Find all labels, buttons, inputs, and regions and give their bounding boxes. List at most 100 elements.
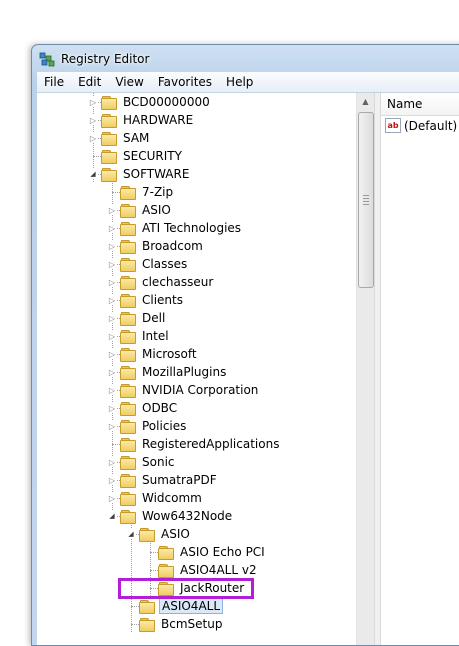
expand-arrow-icon[interactable] bbox=[88, 133, 98, 143]
tree-node-asio-echo-pci[interactable]: ASIO Echo PCI bbox=[145, 543, 267, 561]
column-header-name[interactable]: Name bbox=[387, 97, 422, 111]
tree-node-clechasseur[interactable]: clechasseur bbox=[107, 273, 215, 291]
tree-node-classes[interactable]: Classes bbox=[107, 255, 189, 273]
tree-node-label: Intel bbox=[142, 329, 169, 343]
folder-icon bbox=[120, 383, 136, 398]
tree-node-label: Clients bbox=[142, 293, 183, 307]
tree-node-bcmsetup[interactable]: BcmSetup bbox=[126, 615, 224, 633]
folder-icon bbox=[120, 203, 136, 218]
folder-icon bbox=[120, 311, 136, 326]
tree-node-label: Widcomm bbox=[142, 491, 202, 505]
menu-view[interactable]: View bbox=[108, 72, 150, 92]
tree-node-odbc[interactable]: ODBC bbox=[107, 399, 179, 417]
list-header: Name bbox=[381, 93, 459, 116]
tree-node-broadcom[interactable]: Broadcom bbox=[107, 237, 205, 255]
tree-node-sonic[interactable]: Sonic bbox=[107, 453, 177, 471]
tree-node-label: 7-Zip bbox=[142, 185, 174, 199]
tree-node-sam[interactable]: SAM bbox=[88, 129, 151, 147]
tree-node-security[interactable]: SECURITY bbox=[88, 147, 184, 165]
tree-node-label: Sonic bbox=[142, 455, 175, 469]
folder-icon bbox=[101, 113, 117, 128]
tree-node-label: Classes bbox=[142, 257, 188, 271]
tree-node-clients[interactable]: Clients bbox=[107, 291, 185, 309]
tree-node-microsoft[interactable]: Microsoft bbox=[107, 345, 199, 363]
tree-node-bcd00000000[interactable]: BCD00000000 bbox=[88, 93, 212, 111]
expand-arrow-icon[interactable] bbox=[88, 115, 98, 125]
expand-arrow-icon[interactable] bbox=[107, 241, 117, 251]
tree-node-label: MozillaPlugins bbox=[142, 365, 227, 379]
tree-node-dell[interactable]: Dell bbox=[107, 309, 167, 327]
expand-arrow-icon[interactable] bbox=[107, 367, 117, 377]
collapse-arrow-icon[interactable] bbox=[88, 169, 98, 179]
tree-node-mozillaplugins[interactable]: MozillaPlugins bbox=[107, 363, 228, 381]
expand-arrow-icon[interactable] bbox=[107, 331, 117, 341]
expand-arrow-icon[interactable] bbox=[107, 205, 117, 215]
tree-node-hardware[interactable]: HARDWARE bbox=[88, 111, 195, 129]
menu-favorites[interactable]: Favorites bbox=[151, 72, 219, 92]
expand-arrow-icon[interactable] bbox=[107, 457, 117, 467]
values-list-pane[interactable]: Name ab (Default) bbox=[381, 93, 459, 645]
folder-icon bbox=[120, 509, 136, 524]
tree-node-label: ATI Technologies bbox=[142, 221, 242, 235]
folder-icon bbox=[120, 329, 136, 344]
menu-help[interactable]: Help bbox=[219, 72, 260, 92]
tree-node-label: ODBC bbox=[142, 401, 178, 415]
tree-node-ati-technologies[interactable]: ATI Technologies bbox=[107, 219, 243, 237]
tree-node-label: HARDWARE bbox=[123, 113, 194, 127]
expand-arrow-icon[interactable] bbox=[107, 421, 117, 431]
menu-edit[interactable]: Edit bbox=[71, 72, 108, 92]
tree-node-asio[interactable]: ASIO bbox=[107, 201, 173, 219]
folder-icon bbox=[158, 581, 174, 596]
tree-node-label: Dell bbox=[142, 311, 166, 325]
tree-node-label: clechasseur bbox=[142, 275, 214, 289]
tree-node-7-zip[interactable]: 7-Zip bbox=[107, 183, 175, 201]
expand-arrow-icon[interactable] bbox=[107, 385, 117, 395]
tree-node-asio[interactable]: ASIO bbox=[126, 525, 192, 543]
collapse-arrow-icon[interactable] bbox=[107, 511, 117, 521]
folder-icon bbox=[120, 473, 136, 488]
tree-node-asio4all-v2[interactable]: ASIO4ALL v2 bbox=[145, 561, 259, 579]
folder-icon bbox=[139, 527, 155, 542]
window-title: Registry Editor bbox=[61, 51, 150, 66]
scroll-up-arrow-icon[interactable]: ▲ bbox=[357, 93, 374, 110]
folder-icon bbox=[120, 185, 136, 200]
value-row-default[interactable]: ab (Default) bbox=[385, 118, 457, 133]
tree-node-registeredapplications[interactable]: RegisteredApplications bbox=[107, 435, 281, 453]
collapse-arrow-icon[interactable] bbox=[126, 529, 136, 539]
expand-arrow-icon[interactable] bbox=[107, 295, 117, 305]
expand-arrow-icon[interactable] bbox=[107, 313, 117, 323]
tree-vertical-scrollbar[interactable]: ▲ bbox=[356, 93, 374, 645]
tree-node-label: SAM bbox=[123, 131, 150, 145]
tree-node-sumatrapdf[interactable]: SumatraPDF bbox=[107, 471, 219, 489]
expand-arrow-icon[interactable] bbox=[107, 475, 117, 485]
folder-icon bbox=[139, 599, 155, 614]
tree-node-label: NVIDIA Corporation bbox=[142, 383, 259, 397]
scrollbar-grip-icon bbox=[363, 195, 369, 207]
tree-node-widcomm[interactable]: Widcomm bbox=[107, 489, 204, 507]
tree-node-software[interactable]: SOFTWARE bbox=[88, 165, 191, 183]
tree-node-asio4all[interactable]: ASIO4ALL bbox=[126, 597, 224, 615]
expand-arrow-icon[interactable] bbox=[107, 277, 117, 287]
expand-arrow-icon[interactable] bbox=[107, 403, 117, 413]
menu-file[interactable]: File bbox=[37, 72, 71, 92]
annotation-highlight-box bbox=[118, 578, 254, 599]
tree-node-policies[interactable]: Policies bbox=[107, 417, 188, 435]
tree-node-nvidia-corporation[interactable]: NVIDIA Corporation bbox=[107, 381, 260, 399]
folder-icon bbox=[120, 239, 136, 254]
tree-node-label: SECURITY bbox=[123, 149, 182, 163]
folder-icon bbox=[120, 455, 136, 470]
tree-node-wow6432node[interactable]: Wow6432Node bbox=[107, 507, 234, 525]
expand-arrow-icon[interactable] bbox=[88, 97, 98, 107]
pane-splitter[interactable] bbox=[374, 93, 381, 645]
expand-arrow-icon[interactable] bbox=[107, 349, 117, 359]
title-bar[interactable]: Registry Editor bbox=[32, 45, 459, 72]
tree-node-label: ASIO bbox=[161, 527, 190, 541]
tree-node-intel[interactable]: Intel bbox=[107, 327, 171, 345]
expand-arrow-icon[interactable] bbox=[107, 493, 117, 503]
expand-arrow-icon[interactable] bbox=[107, 223, 117, 233]
registry-tree-pane[interactable]: BCD00000000 HARDWARE SAM SECURITY SOFTWARE 7-… bbox=[37, 93, 374, 645]
scrollbar-thumb[interactable] bbox=[358, 112, 374, 288]
expand-arrow-icon[interactable] bbox=[107, 259, 117, 269]
